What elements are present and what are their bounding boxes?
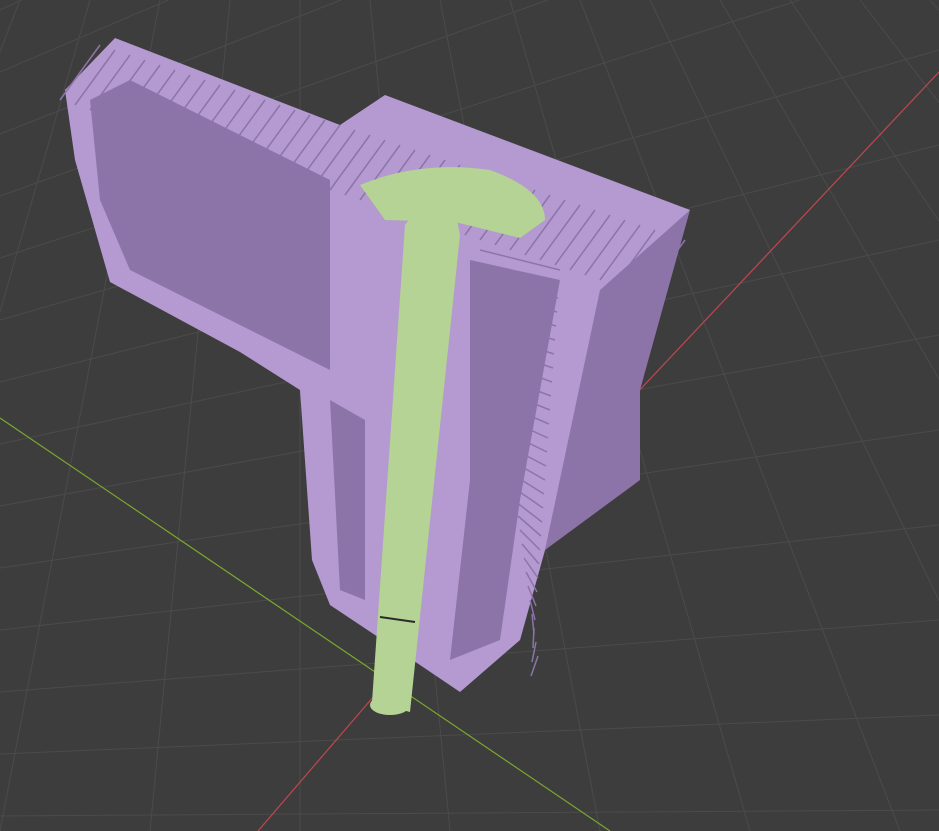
grid-line xyxy=(789,0,939,222)
sliced-model[interactable] xyxy=(59,38,690,715)
grid-line xyxy=(859,0,939,103)
grid-line xyxy=(0,809,939,817)
infill-line xyxy=(532,627,535,649)
grid-line xyxy=(0,0,21,53)
grid-line xyxy=(929,0,939,11)
viewport-canvas[interactable] xyxy=(0,0,939,831)
grid-line xyxy=(649,0,939,601)
grid-line xyxy=(0,714,939,755)
3d-viewport[interactable] xyxy=(0,0,939,831)
grid-line xyxy=(719,0,939,380)
rod-end-cap xyxy=(370,695,410,715)
